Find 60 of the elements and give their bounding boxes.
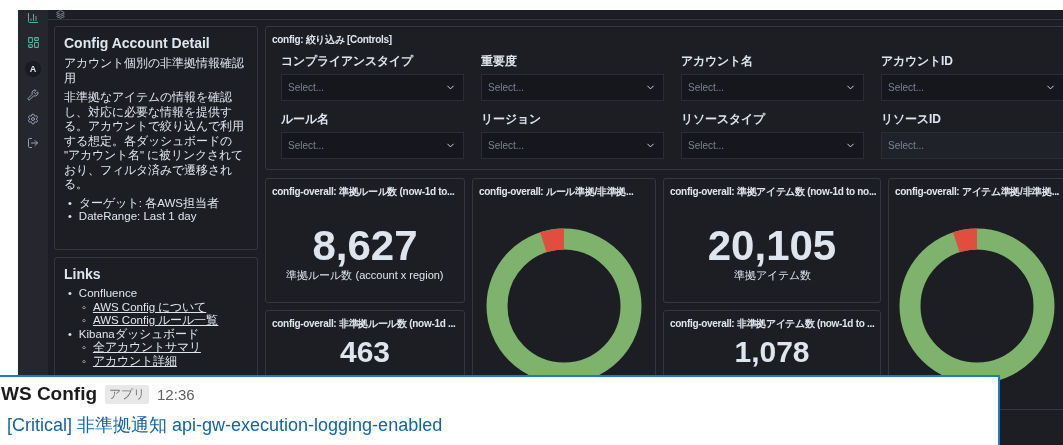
select-field[interactable]: Select... (481, 74, 664, 101)
chart-icon[interactable] (27, 12, 39, 24)
bullet-marker: ◦ (82, 341, 86, 355)
panel-title: config: 絞り込み [Controls] (271, 33, 393, 47)
field-label: リソースID (881, 111, 941, 128)
field-label: リソースタイプ (681, 111, 765, 128)
bullet-marker: ◦ (82, 314, 86, 328)
layers-icon[interactable] (56, 10, 65, 19)
user-avatar[interactable]: A (25, 61, 41, 77)
link[interactable]: AWS Config について (92, 300, 207, 314)
link-group-label: Confluence (78, 287, 138, 301)
metric-value: 1,078 (734, 337, 810, 367)
panel-title: config-overall: 準拠アイテム数 (now-1d to no... (669, 185, 878, 199)
message-time[interactable]: 12:36 (157, 385, 195, 403)
metric-value: 463 (339, 337, 391, 367)
bullet-marker: • (68, 327, 72, 341)
metric-caption: 準拠ルール数 (account x region) (286, 268, 444, 283)
card-title: Config Account Detail (64, 35, 211, 51)
message-link[interactable]: [Critical] 非準拠通知 api-gw-execution-logging-enabled (1, 413, 998, 437)
bullet-marker: • (68, 210, 72, 224)
link[interactable]: AWS Config ルール一覧 (92, 314, 219, 328)
bullet-text: ターゲット: 各AWS担当者 (78, 196, 220, 210)
panel-title: config-overall: 非準拠アイテム数 (now-1d to ... (669, 317, 876, 331)
panel-title: config-overall: 準拠ルール数 (now-1d to... (271, 185, 456, 199)
field-label: リージョン (481, 111, 541, 128)
field-label: 重要度 (481, 53, 517, 70)
select-field[interactable]: Select... (281, 74, 464, 101)
field-label: ルール名 (281, 111, 329, 128)
panel-title: config-overall: ルール準拠/非準拠... (478, 185, 635, 199)
bullet-marker: ◦ (82, 354, 86, 368)
link[interactable]: アカウント詳細 (92, 354, 177, 368)
description-text: 非準拠なアイテムの情報を確認し、対応に必要な情報を提供する。アカウントで絞り込んで利用する想定。各ダッシュボードの "アカウント名" に被リンクされており、フィルタ済みで遷移される。 (64, 90, 245, 192)
link[interactable]: 全アカウントサマリ (92, 341, 201, 355)
sender-name[interactable]: WS Config (1, 383, 98, 405)
wrench-icon[interactable] (27, 89, 39, 101)
card-title: Links (64, 266, 102, 282)
bullet-marker: • (68, 287, 72, 301)
logout-icon[interactable] (27, 137, 39, 149)
field-label: アカウント名 (681, 53, 753, 70)
input-field[interactable]: Select... (881, 132, 1063, 159)
metric-value: 20,105 (707, 225, 837, 267)
metric-value: 8,627 (312, 225, 418, 267)
field-label: アカウントID (881, 53, 953, 70)
select-field[interactable]: Select... (281, 132, 464, 159)
bullet-marker: • (68, 196, 72, 210)
select-field[interactable]: Select... (681, 132, 864, 159)
select-field[interactable]: Select... (681, 74, 864, 101)
panel-title: config-overall: 非準拠ルール数 (now-1d ... (271, 317, 457, 331)
settings-icon[interactable] (27, 113, 39, 125)
dashboard-icon[interactable] (26, 36, 40, 49)
link-group-label: Kibanaダッシュボード (78, 327, 199, 341)
card-subtitle: アカウント個別の非準拠情報確認用 (64, 56, 245, 85)
select-field[interactable]: Select... (881, 74, 1063, 101)
metric-caption: 準拠アイテム数 (733, 268, 811, 283)
bullet-text: DateRange: Last 1 day (78, 210, 197, 224)
app-tag: アプリ (105, 384, 150, 404)
bullet-marker: ◦ (82, 300, 86, 314)
select-field[interactable]: Select... (481, 132, 664, 159)
panel-title: config-overall: アイテム準拠/非準拠... (894, 185, 1061, 199)
field-label: コンプライアンスタイプ (281, 53, 413, 70)
